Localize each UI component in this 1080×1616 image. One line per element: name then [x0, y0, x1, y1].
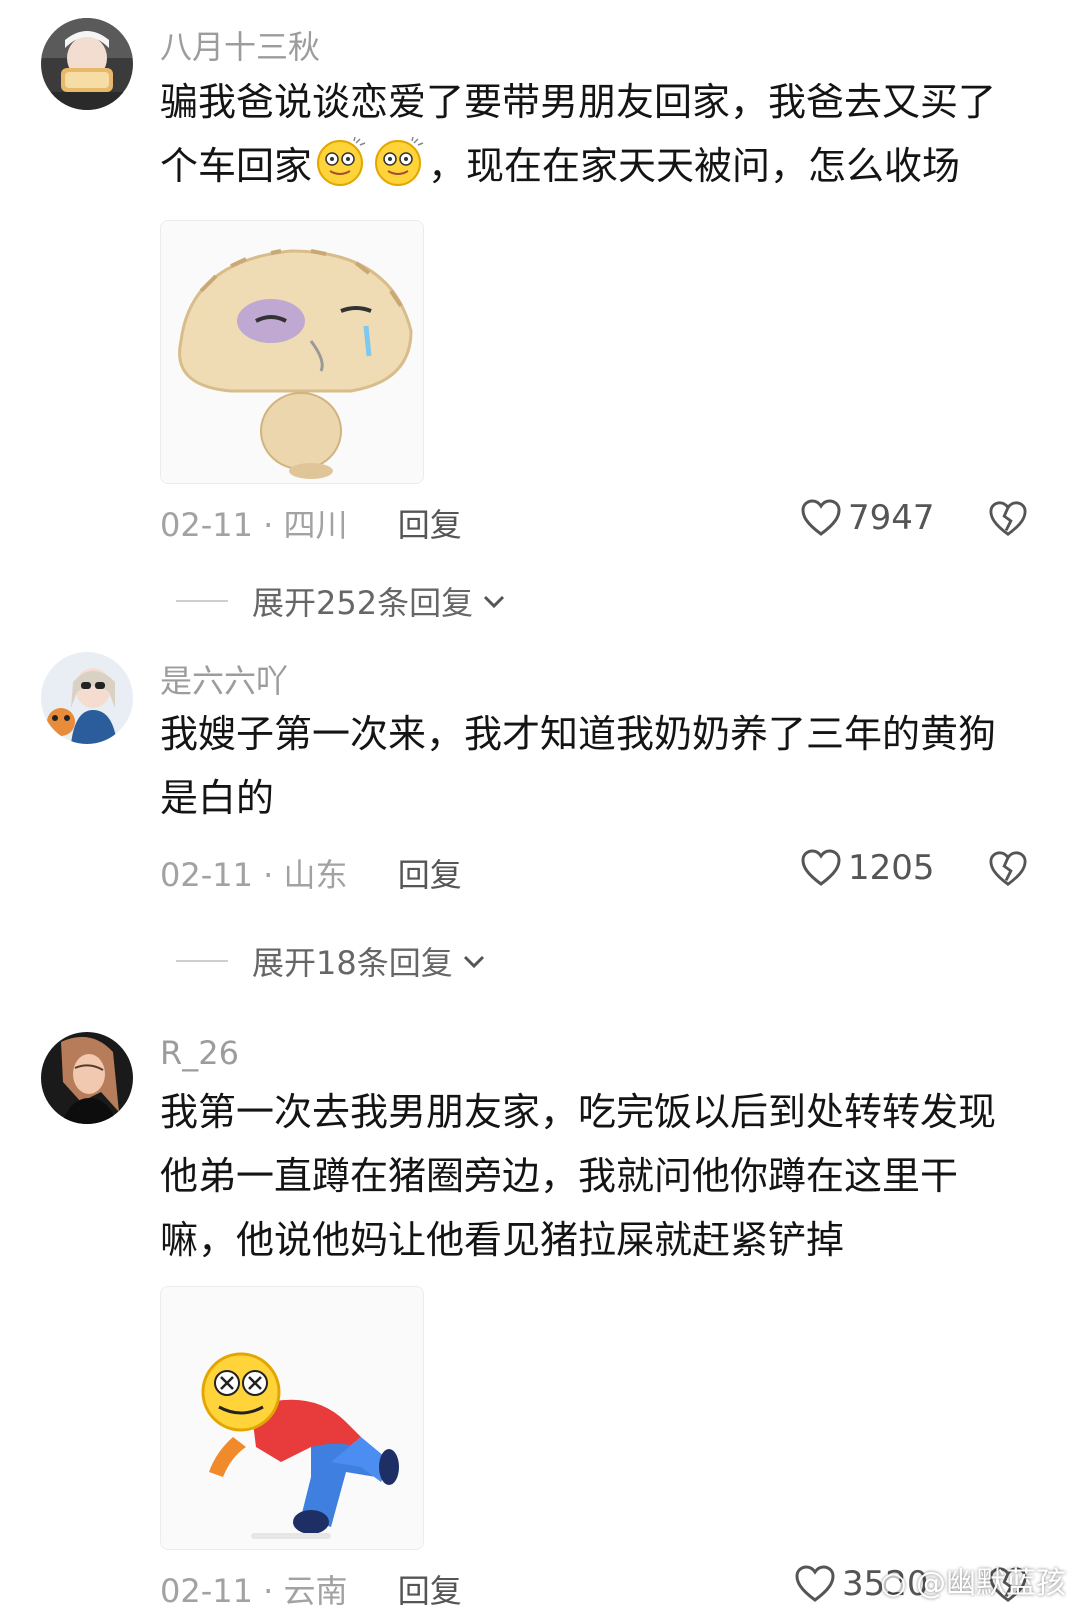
avatar[interactable] — [41, 1032, 133, 1124]
like-button[interactable]: 7947 — [800, 498, 935, 538]
broken-heart-icon — [989, 501, 1027, 536]
heart-outline-icon — [801, 849, 841, 886]
watermark-text: @幽默蓝孩 — [916, 1566, 1066, 1601]
comment-text-segment: 个车回家 — [160, 144, 313, 188]
comment-meta: 02-11 · 四川 回复 — [160, 500, 462, 546]
reply-button[interactable]: 回复 — [398, 856, 462, 894]
divider-line — [176, 960, 228, 962]
comment-text: 我第一次去我男朋友家，吃完饭以后到处转转发现他弟一直蹲在猪圈旁边，我就问他你蹲在… — [160, 1090, 997, 1262]
expand-replies-button[interactable]: 展开252条回复 — [176, 578, 507, 624]
comment-text-line: 骗我爸说谈恋爱了要带男朋友回家，我爸去又买了 — [160, 80, 997, 124]
chevron-down-icon — [463, 955, 484, 969]
avatar[interactable] — [41, 18, 133, 110]
chevron-down-icon — [484, 595, 505, 609]
broken-heart-icon — [989, 851, 1027, 886]
comment-date: 02-11 — [160, 506, 253, 544]
expand-replies-label: 展开18条回复 — [252, 944, 453, 982]
expand-replies-label: 展开252条回复 — [252, 584, 474, 622]
username[interactable]: 八月十三秋 — [160, 22, 320, 68]
comment-text-line: 个车回家 ，现在在家天天被问，怎么收场 — [160, 134, 1030, 198]
watermark: ◉ @幽默蓝孩 — [880, 1558, 1066, 1602]
heart-outline-icon — [801, 499, 841, 536]
sticker-dumpling-image[interactable] — [160, 220, 424, 484]
comment-region: · 山东 — [263, 856, 348, 894]
comment-text: 我嫂子第一次来，我才知道我奶奶养了三年的黄狗是白的 — [160, 712, 997, 820]
username[interactable]: R_26 — [160, 1034, 239, 1072]
weibo-logo-icon: ◉ — [880, 1566, 907, 1601]
username[interactable]: 是六六吖 — [160, 656, 288, 702]
like-button[interactable]: 1205 — [800, 848, 935, 888]
comment-region: · 云南 — [263, 1572, 348, 1610]
comment-date: 02-11 — [160, 856, 253, 894]
reply-button[interactable]: 回复 — [398, 1572, 462, 1610]
reply-button[interactable]: 回复 — [398, 506, 462, 544]
comment-text: 骗我爸说谈恋爱了要带男朋友回家，我爸去又买了 个车回家 ，现在在家天天被问，怎么… — [160, 70, 1030, 198]
comment-meta: 02-11 · 云南 回复 — [160, 1566, 462, 1612]
dislike-button[interactable] — [988, 850, 1028, 892]
sticker-emoji-figure-image[interactable] — [160, 1286, 424, 1550]
dizzy-face-icon — [312, 136, 370, 187]
comment-date: 02-11 — [160, 1572, 253, 1610]
comment-text-segment: ，现在在家天天被问，怎么收场 — [428, 144, 961, 188]
avatar[interactable] — [41, 652, 133, 744]
like-count: 7947 — [848, 498, 935, 538]
divider-line — [176, 600, 228, 602]
dislike-button[interactable] — [988, 500, 1028, 542]
dizzy-face-icon — [370, 136, 428, 187]
heart-outline-icon — [795, 1565, 835, 1602]
comment-meta: 02-11 · 山东 回复 — [160, 850, 462, 896]
expand-replies-button[interactable]: 展开18条回复 — [176, 938, 487, 984]
comment-region: · 四川 — [263, 506, 348, 544]
like-count: 1205 — [848, 848, 935, 888]
